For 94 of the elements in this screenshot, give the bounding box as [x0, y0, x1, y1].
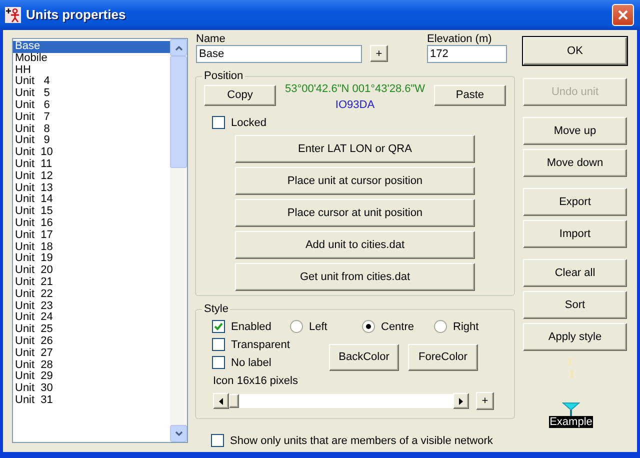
dialog-button[interactable]: OK	[523, 37, 627, 65]
locked-label: Locked	[231, 116, 266, 128]
unit-list-item[interactable]: Unit 29	[13, 371, 170, 384]
unit-list-item[interactable]: Unit 11	[13, 158, 170, 171]
chevron-up-icon	[174, 44, 182, 50]
unit-list-item[interactable]: Unit 15	[13, 206, 170, 218]
unit-list-item[interactable]: Unit 16	[13, 218, 170, 230]
name-field[interactable]: Base	[196, 45, 362, 63]
unit-list-item[interactable]: Unit 4	[13, 76, 170, 88]
checkbox-label: Transparent	[231, 338, 290, 350]
unit-list-item[interactable]: Unit 17	[13, 230, 170, 242]
scroll-down-button[interactable]	[170, 425, 187, 442]
unit-list-item[interactable]: Unit 18	[13, 242, 170, 254]
unit-list-item[interactable]: Unit 6	[13, 100, 170, 112]
coordinates-text: 53°00'42.6"N 001°43'28.6"W	[284, 82, 426, 97]
slider-thumb[interactable]	[229, 394, 239, 408]
icon-size-label: Icon 16x16 pixels	[213, 375, 299, 387]
unit-list-item[interactable]: Unit 10	[13, 147, 170, 159]
group-label: Position	[202, 70, 246, 82]
checkmark-icon	[214, 322, 223, 331]
locator-text: IO93DA	[335, 98, 375, 113]
unit-list[interactable]	[12, 38, 188, 443]
close-icon	[618, 10, 628, 20]
checkbox[interactable]	[212, 356, 225, 369]
unit-list-item[interactable]: Unit 26	[13, 336, 170, 348]
checkbox[interactable]	[212, 320, 225, 333]
unit-list-item[interactable]: Unit 8	[13, 124, 170, 136]
group-label: Style	[202, 303, 230, 315]
unit-list-item[interactable]: Unit 9	[13, 135, 170, 148]
app-icon	[5, 7, 21, 23]
elevation-field[interactable]: 172	[427, 45, 507, 63]
scroll-up-button[interactable]	[170, 39, 187, 56]
checkbox-label: Enabled	[231, 320, 272, 332]
action-button[interactable]: Place cursor at unit position	[235, 199, 475, 227]
radio-button[interactable]	[434, 320, 447, 333]
unit-list-item[interactable]: Unit 22	[13, 288, 170, 301]
dialog-button[interactable]: Clear all	[523, 259, 627, 287]
action-button[interactable]: Enter LAT LON or QRA	[235, 135, 475, 163]
unit-list-item[interactable]: Unit 13	[13, 182, 170, 194]
arrow-left-icon	[219, 398, 223, 404]
unit-list-item[interactable]: Mobile	[13, 52, 170, 65]
unit-list-item[interactable]: Unit 30	[13, 383, 170, 395]
unit-list-item[interactable]: Unit 23	[13, 300, 170, 312]
dialog-button[interactable]: Export	[523, 188, 627, 216]
checkbox[interactable]	[212, 116, 225, 129]
scrollbar-thumb[interactable]	[170, 56, 187, 168]
scroll-left-button[interactable]	[213, 393, 229, 409]
chevron-down-icon	[174, 430, 182, 436]
radio-button[interactable]	[290, 320, 303, 333]
antenna-icon	[562, 402, 580, 416]
dialog-button[interactable]: Move down	[523, 149, 627, 177]
unit-list-item[interactable]: Unit 28	[13, 360, 170, 372]
paste-button[interactable]: Paste	[434, 85, 506, 106]
unit-list-item[interactable]: Unit 21	[13, 276, 170, 289]
unit-list-item[interactable]: HH	[13, 64, 170, 76]
radio-label: Centre	[381, 320, 414, 332]
add-button[interactable]: +	[370, 45, 388, 62]
scroll-right-button[interactable]	[453, 393, 469, 409]
close-button[interactable]	[612, 4, 634, 26]
unit-list-item[interactable]: Unit 19	[13, 253, 170, 266]
dialog-button[interactable]: Apply style	[523, 323, 627, 351]
unit-list-item[interactable]: Unit 12	[13, 170, 170, 183]
fore-color-button[interactable]: ForeColor	[408, 344, 478, 371]
radio-label: Right	[453, 320, 479, 332]
marker-icon	[569, 358, 573, 378]
checkbox[interactable]	[212, 338, 225, 351]
window-title: Units properties	[26, 6, 127, 24]
radio-label: Left	[309, 320, 328, 332]
unit-list-item[interactable]: Unit 14	[13, 194, 170, 206]
name-label: Name	[196, 33, 226, 45]
back-color-button[interactable]: BackColor	[329, 344, 399, 371]
radio-button[interactable]	[362, 320, 375, 333]
arrow-right-icon	[459, 398, 463, 404]
add-button[interactable]: +	[476, 392, 494, 410]
dialog-button[interactable]: Move up	[523, 117, 627, 145]
dialog-button[interactable]: Import	[523, 220, 627, 248]
unit-list-item[interactable]: Unit 25	[13, 324, 170, 336]
unit-list-item[interactable]: Unit 27	[13, 348, 170, 360]
action-button[interactable]: Place unit at cursor position	[235, 167, 475, 195]
unit-list-item[interactable]: Unit 31	[13, 394, 170, 407]
checkbox-label: Show only units that are members of a visible network	[230, 434, 493, 446]
unit-list-item[interactable]: Unit 7	[13, 112, 170, 124]
unit-list-item[interactable]: Unit 20	[13, 265, 170, 277]
dialog-button[interactable]: Sort	[523, 291, 627, 319]
elevation-label: Elevation (m)	[427, 33, 493, 45]
example-label: Example	[548, 416, 594, 428]
checkbox-label: No label	[231, 356, 272, 368]
unit-list-item[interactable]: Unit 24	[13, 312, 170, 324]
action-button[interactable]: Add unit to cities.dat	[235, 231, 475, 259]
checkbox[interactable]	[211, 434, 224, 447]
copy-button[interactable]: Copy	[204, 85, 276, 106]
unit-list-item[interactable]: Unit 5	[13, 88, 170, 100]
action-button[interactable]: Get unit from cities.dat	[235, 263, 475, 291]
unit-list-item[interactable]: Base	[13, 41, 170, 53]
